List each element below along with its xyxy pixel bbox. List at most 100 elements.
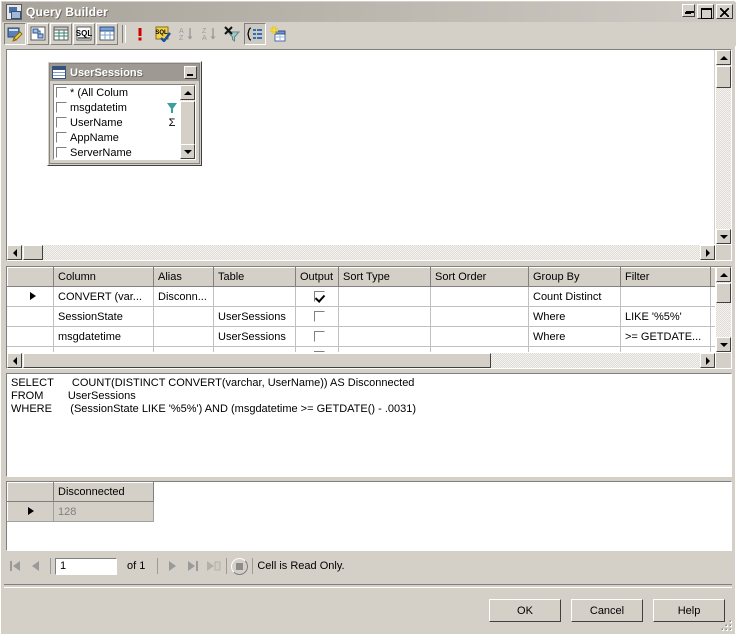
scroll-left-button[interactable] [7,353,22,368]
help-button[interactable]: Help [653,599,725,622]
cell-sort-order[interactable] [430,346,529,352]
output-checkbox[interactable] [313,351,325,352]
column-header-sort-type[interactable]: Sort Type [338,267,431,287]
cell-group-by[interactable]: Where [528,306,621,327]
show-sql-pane-icon[interactable]: SQL [73,23,95,45]
column-checkbox[interactable] [56,102,67,113]
cell-filter[interactable] [620,286,711,307]
output-checkbox[interactable] [313,311,325,323]
column-checkbox[interactable] [56,117,67,128]
add-table-icon[interactable] [267,23,289,45]
page-number-input[interactable]: 1 [55,557,117,575]
table-minimize-button[interactable] [184,66,197,79]
cancel-button[interactable]: Cancel [571,599,643,622]
cell-alias[interactable]: Disconn... [153,286,214,307]
column-checkbox[interactable] [56,132,67,143]
cell-filter[interactable]: LIKE '%5%' [620,306,711,327]
column-header-sort-order[interactable]: Sort Order [430,267,529,287]
column-header-group-by[interactable]: Group By [528,267,621,287]
sql-pane[interactable]: SELECT COUNT(DISTINCT CONVERT(varchar, U… [6,373,732,477]
cell-table[interactable] [213,286,296,307]
cell-output[interactable] [295,286,339,307]
scroll-down-button[interactable] [180,144,195,159]
table-column-list[interactable]: * (All Colum msgdatetim UserName Σ AppNa… [53,84,196,160]
diagram-canvas[interactable]: UserSessions * (All Colum msgdatetim Use… [7,50,715,244]
remove-filter-icon[interactable] [221,23,243,45]
criteria-grid-pane[interactable]: Column Alias Table Output Sort Type Sort… [6,266,732,369]
cell-alias[interactable] [153,306,214,327]
table-header[interactable]: UserSessions [50,64,199,81]
scroll-down-button[interactable] [716,337,731,352]
show-grid-pane-icon[interactable] [50,23,72,45]
cell-group-by[interactable] [528,346,621,352]
cell-table[interactable] [213,346,296,352]
row-selector[interactable] [7,286,54,307]
results-pane[interactable]: Disconnected 128 [6,481,732,551]
scroll-up-button[interactable] [716,50,731,65]
criteria-grid[interactable]: Column Alias Table Output Sort Type Sort… [7,267,715,352]
diagram-table-usersessions[interactable]: UserSessions * (All Colum msgdatetim Use… [47,61,202,166]
cell-column[interactable] [53,346,154,352]
cell-column[interactable]: SessionState [53,306,154,327]
output-checkbox[interactable] [313,291,325,303]
scroll-right-button[interactable] [700,353,715,368]
scroll-up-button[interactable] [716,267,731,282]
column-checkbox[interactable] [56,147,67,158]
cell-alias[interactable] [153,346,214,352]
grid-vertical-scrollbar[interactable] [716,267,731,352]
cell-output[interactable] [295,326,339,347]
show-diagram-pane-icon[interactable] [27,23,49,45]
cell-alias[interactable] [153,326,214,347]
column-header-alias[interactable]: Alias [153,267,214,287]
maximize-button[interactable] [697,4,714,19]
column-header-filter[interactable]: Filter [620,267,711,287]
list-item[interactable]: AppName [54,130,180,145]
column-list-scrollbar[interactable] [180,85,195,159]
cell-column[interactable]: msgdatetime [53,326,154,347]
next-record-button[interactable] [162,556,182,576]
row-selector[interactable] [7,346,54,352]
cell-group-by[interactable]: Count Distinct [528,286,621,307]
cell-output[interactable] [295,306,339,327]
cell-or[interactable] [710,346,715,352]
table-row[interactable] [7,346,715,352]
cell-table[interactable]: UserSessions [213,326,296,347]
scrollbar-track[interactable] [22,245,700,260]
column-header-column[interactable]: Column [53,267,154,287]
cell-filter[interactable]: >= GETDATE... [620,326,711,347]
edit-in-sql-icon[interactable] [4,23,26,45]
row-selector[interactable] [7,501,54,522]
results-grid[interactable]: Disconnected 128 [7,482,154,522]
new-record-button[interactable] [202,556,222,576]
scrollbar-thumb[interactable] [716,66,731,88]
cell-sort-order[interactable] [430,306,529,327]
cell-or[interactable] [710,326,715,347]
results-column-header-selector[interactable] [7,482,54,502]
close-button[interactable] [716,4,733,19]
cell-group-by[interactable]: Where [528,326,621,347]
scrollbar-thumb[interactable] [716,283,731,303]
verify-sql-icon[interactable]: SQL [152,23,174,45]
column-header-output[interactable]: Output [295,267,339,287]
previous-record-button[interactable] [26,556,46,576]
last-record-button[interactable] [182,556,202,576]
group-by-icon[interactable] [244,23,266,45]
diagram-vertical-scrollbar[interactable] [716,50,731,244]
cell-sort-type[interactable] [338,326,431,347]
row-selector[interactable] [7,326,54,347]
list-item[interactable]: msgdatetim [54,100,180,115]
list-item[interactable]: UserName Σ [54,115,180,130]
list-item[interactable]: * (All Colum [54,85,180,100]
cell-column[interactable]: CONVERT (var... [53,286,154,307]
run-query-icon[interactable] [129,23,151,45]
column-header-selector[interactable] [7,267,54,287]
results-cell-disconnected[interactable]: 128 [53,501,154,522]
scrollbar-thumb[interactable] [180,101,195,147]
cell-sort-type[interactable] [338,346,431,352]
column-checkbox[interactable] [56,87,67,98]
sort-ascending-icon[interactable]: A Z [175,23,197,45]
table-row[interactable]: CONVERT (var... Disconn... Count Distinc… [7,286,715,307]
output-checkbox[interactable] [313,331,325,343]
column-header-table[interactable]: Table [213,267,296,287]
column-header-or[interactable]: O [710,267,715,287]
